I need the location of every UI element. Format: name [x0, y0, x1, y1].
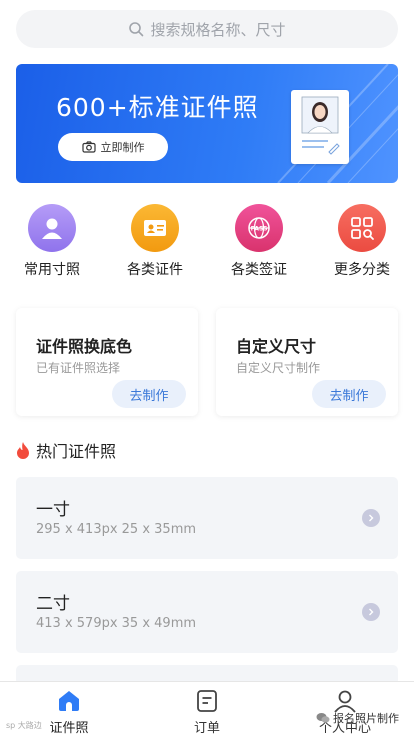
chevron-right-icon	[362, 509, 380, 527]
hot-section-header: 热门证件照	[16, 438, 116, 462]
search-placeholder: 搜索规格名称、尺寸	[150, 20, 286, 39]
home-icon	[59, 691, 79, 711]
banner-title: 600+标准证件照	[56, 93, 259, 122]
change-background-card[interactable]: 证件照换底色 已有证件照选择 去制作	[16, 308, 198, 416]
chevron-right-icon	[362, 603, 380, 621]
category-label: 更多分类	[334, 262, 390, 278]
category-common-size[interactable]: 常用寸照	[7, 204, 97, 279]
size-name: 二寸	[36, 594, 70, 614]
category-label: 各类签证	[231, 262, 287, 278]
search-bar[interactable]: 搜索规格名称、尺寸	[16, 10, 398, 48]
make-now-label: 立即制作	[100, 141, 145, 154]
category-visas[interactable]: PASS 各类签证	[214, 204, 304, 279]
id-card-icon	[131, 204, 179, 252]
custom-size-card[interactable]: 自定义尺寸 自定义尺寸制作 去制作	[216, 308, 398, 416]
size-detail: 295 x 413px 25 x 35mm	[36, 522, 197, 537]
search-icon	[129, 22, 144, 37]
watermark-left: sp 大路边	[6, 721, 42, 730]
category-id-documents[interactable]: 各类证件	[110, 204, 200, 279]
bottom-tab-bar: 证件照 订单 个人中心	[0, 681, 414, 736]
size-item-one-inch[interactable]: 一寸 295 x 413px 25 x 35mm	[16, 477, 398, 559]
tab-label: 订单	[193, 721, 220, 736]
promo-banner[interactable]: 600+标准证件照 立即制作	[16, 64, 398, 183]
card-title: 自定义尺寸	[236, 337, 317, 356]
card-subtitle: 已有证件照选择	[36, 361, 121, 375]
passport-globe-icon: PASS	[235, 204, 283, 252]
size-name: 一寸	[36, 500, 70, 520]
camera-icon	[81, 141, 96, 153]
card-subtitle: 自定义尺寸制作	[236, 361, 321, 375]
category-more[interactable]: 更多分类	[317, 204, 407, 279]
make-now-button[interactable]: 立即制作	[58, 133, 168, 161]
watermark-right: 报名照片制作	[316, 710, 399, 726]
go-make-button[interactable]: 去制作	[112, 380, 186, 408]
person-icon	[28, 204, 76, 252]
size-detail: 413 x 579px 35 x 49mm	[36, 616, 197, 631]
svg-text:PASS: PASS	[251, 226, 268, 233]
grid-search-icon	[338, 204, 386, 252]
category-row: 常用寸照 各类证件 PASS 各类签证 更多分类	[0, 200, 414, 280]
category-label: 常用寸照	[24, 262, 80, 278]
card-title: 证件照换底色	[36, 337, 133, 356]
wechat-icon	[316, 713, 330, 723]
category-label: 各类证件	[127, 262, 183, 278]
go-make-button[interactable]: 去制作	[312, 380, 386, 408]
flame-icon	[17, 441, 29, 459]
id-photo-illustration	[291, 90, 349, 164]
watermark-text: 报名照片制作	[333, 712, 399, 725]
size-item-two-inch[interactable]: 二寸 413 x 579px 35 x 49mm	[16, 571, 398, 653]
order-icon	[197, 690, 217, 712]
hot-section-title: 热门证件照	[36, 442, 117, 461]
tab-orders[interactable]: 订单	[162, 688, 252, 736]
